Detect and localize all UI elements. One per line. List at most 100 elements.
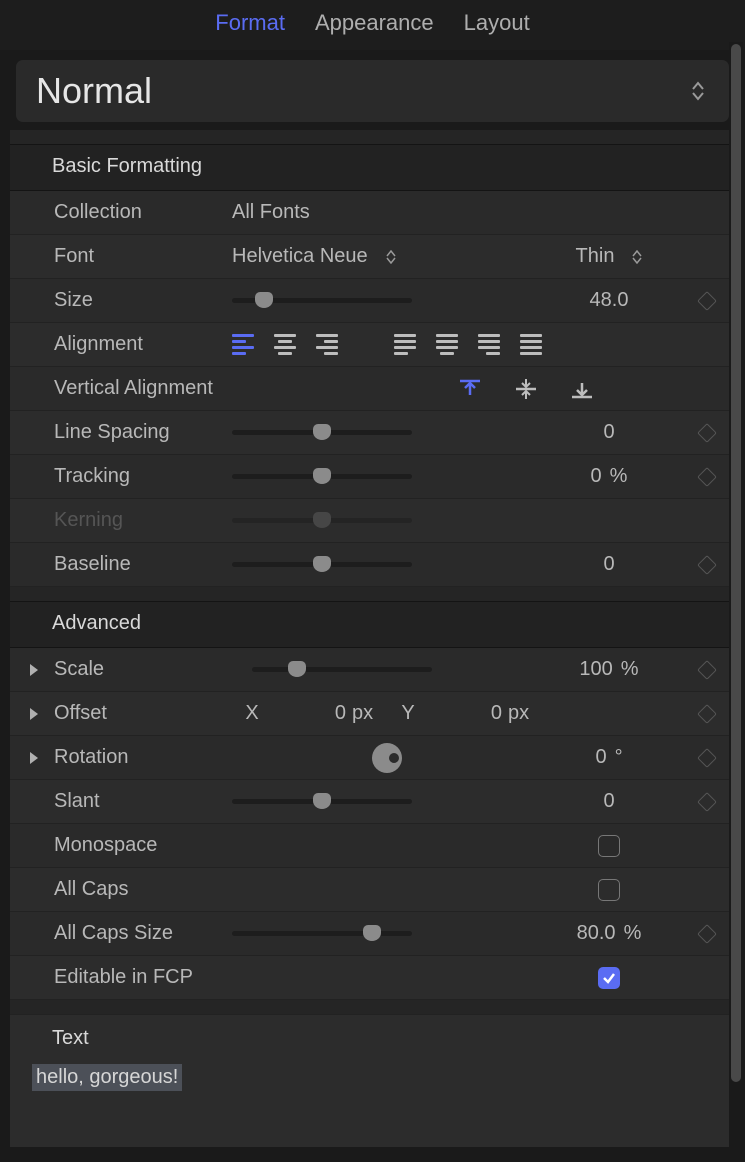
baseline-value[interactable]: 0 [539, 553, 679, 576]
tabs-bar: Format Appearance Layout [0, 0, 745, 50]
baseline-slider[interactable] [232, 562, 412, 567]
keyframe-icon[interactable] [697, 423, 717, 443]
row-valign: Vertical Alignment [10, 367, 735, 411]
text-content-field[interactable]: hello, gorgeous! [32, 1064, 182, 1091]
disclosure-triangle-icon[interactable] [28, 751, 40, 765]
justify-right-button[interactable] [478, 334, 500, 356]
keyframe-icon[interactable] [697, 555, 717, 575]
offset-x-label: X [232, 702, 272, 725]
chevron-updown-icon [386, 250, 396, 264]
size-label: Size [54, 289, 232, 312]
keyframe-icon[interactable] [697, 792, 717, 812]
row-allcapssize: All Caps Size 80.0% [10, 912, 735, 956]
baseline-label: Baseline [54, 553, 232, 576]
tracking-label: Tracking [54, 465, 232, 488]
section-header-advanced: Advanced [10, 601, 735, 648]
linespacing-label: Line Spacing [54, 421, 232, 444]
collection-label: Collection [54, 201, 232, 224]
allcaps-checkbox[interactable] [598, 879, 620, 901]
disclosure-triangle-icon[interactable] [28, 707, 40, 721]
allcapssize-value-text: 80.0 [577, 922, 616, 945]
font-family-text: Helvetica Neue [232, 245, 368, 268]
valign-top-button[interactable] [460, 379, 480, 399]
rotation-value[interactable]: 0° [539, 746, 679, 769]
valign-middle-button[interactable] [516, 379, 536, 399]
tracking-value[interactable]: 0% [539, 465, 679, 488]
monospace-label: Monospace [54, 834, 232, 857]
row-tracking: Tracking 0% [10, 455, 735, 499]
justify-left-button[interactable] [394, 334, 416, 356]
section-header-basic: Basic Formatting [10, 144, 735, 191]
row-kerning: Kerning [10, 499, 735, 543]
offset-x-unit: px [352, 702, 388, 725]
align-center-button[interactable] [274, 334, 296, 356]
allcapssize-value[interactable]: 80.0% [539, 922, 679, 945]
allcaps-label: All Caps [54, 878, 232, 901]
tracking-unit: % [610, 465, 628, 488]
slant-slider[interactable] [232, 799, 412, 804]
scale-unit: % [621, 658, 639, 681]
row-scale: Scale 100% [10, 648, 735, 692]
offset-x-value[interactable]: 0 [272, 702, 352, 725]
text-section-label: Text [52, 1027, 735, 1050]
tracking-slider[interactable] [232, 474, 412, 479]
row-size: Size 48.0 [10, 279, 735, 323]
tab-appearance[interactable]: Appearance [315, 10, 434, 36]
keyframe-icon[interactable] [697, 291, 717, 311]
size-value[interactable]: 48.0 [539, 289, 679, 312]
rotation-unit: ° [615, 746, 623, 769]
justify-center-button[interactable] [436, 334, 458, 356]
stepper-icon [691, 81, 709, 101]
rotation-value-text: 0 [595, 746, 606, 769]
allcapssize-unit: % [624, 922, 642, 945]
allcapssize-slider[interactable] [232, 931, 412, 936]
row-font: Font Helvetica Neue Thin [10, 235, 735, 279]
editablefcp-checkbox[interactable] [598, 967, 620, 989]
alignment-label: Alignment [54, 333, 232, 356]
monospace-checkbox[interactable] [598, 835, 620, 857]
rotation-dial[interactable] [372, 743, 402, 773]
row-editablefcp: Editable in FCP [10, 956, 735, 1000]
linespacing-slider[interactable] [232, 430, 412, 435]
keyframe-icon[interactable] [697, 660, 717, 680]
kerning-slider [232, 518, 412, 523]
keyframe-icon[interactable] [697, 704, 717, 724]
disclosure-triangle-icon[interactable] [28, 663, 40, 677]
align-right-button[interactable] [316, 334, 338, 356]
scale-value-text: 100 [579, 658, 612, 681]
font-label: Font [54, 245, 232, 268]
scale-value[interactable]: 100% [539, 658, 679, 681]
row-monospace: Monospace [10, 824, 735, 868]
editablefcp-label: Editable in FCP [54, 966, 232, 989]
row-slant: Slant 0 [10, 780, 735, 824]
justify-full-button[interactable] [520, 334, 542, 356]
row-collection: Collection All Fonts [10, 191, 735, 235]
tab-layout[interactable]: Layout [464, 10, 530, 36]
row-rotation: Rotation 0° [10, 736, 735, 780]
font-style-text: Thin [576, 245, 615, 268]
style-preset-select[interactable]: Normal [16, 60, 729, 122]
font-style-select[interactable]: Thin [576, 245, 643, 268]
row-linespacing: Line Spacing 0 [10, 411, 735, 455]
tracking-value-text: 0 [591, 465, 602, 488]
text-entry-section: Text hello, gorgeous! [10, 1014, 735, 1125]
tab-format[interactable]: Format [215, 10, 285, 36]
scale-slider[interactable] [252, 667, 432, 672]
slant-value[interactable]: 0 [539, 790, 679, 813]
font-family-select[interactable]: Helvetica Neue [232, 245, 396, 268]
collection-value[interactable]: All Fonts [232, 201, 310, 224]
scrollbar-thumb[interactable] [731, 44, 741, 1082]
keyframe-icon[interactable] [697, 467, 717, 487]
scale-label: Scale [54, 658, 232, 681]
keyframe-icon[interactable] [697, 924, 717, 944]
keyframe-icon[interactable] [697, 748, 717, 768]
offset-y-label: Y [388, 702, 428, 725]
scrollbar[interactable] [729, 42, 743, 1158]
slant-label: Slant [54, 790, 232, 813]
offset-y-value[interactable]: 0 [428, 702, 508, 725]
align-left-button[interactable] [232, 334, 254, 356]
valign-bottom-button[interactable] [572, 379, 592, 399]
row-allcaps: All Caps [10, 868, 735, 912]
size-slider[interactable] [232, 298, 412, 303]
linespacing-value[interactable]: 0 [539, 421, 679, 444]
